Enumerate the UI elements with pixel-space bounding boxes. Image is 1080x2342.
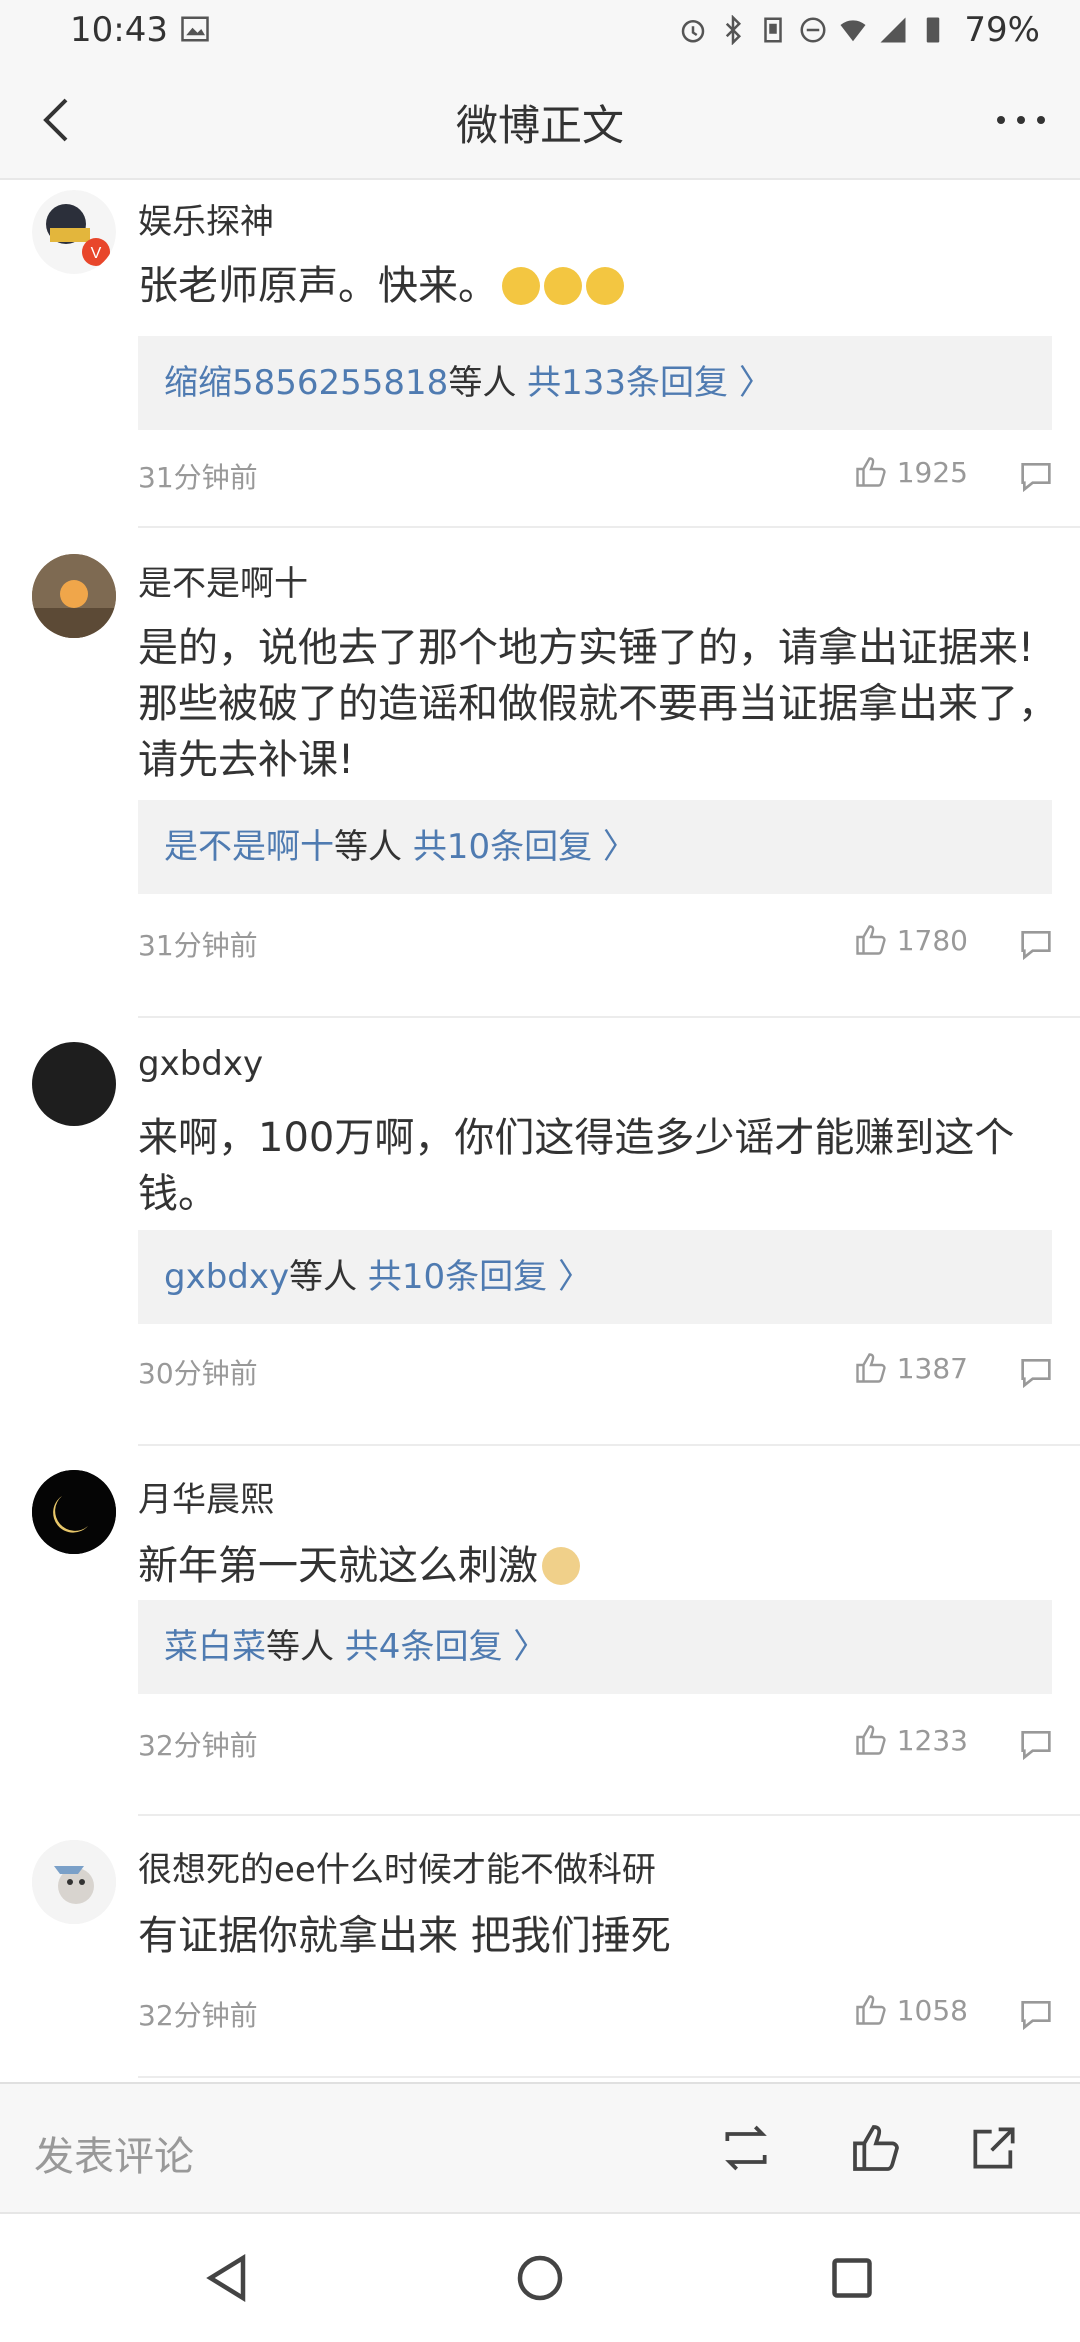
avatar[interactable] xyxy=(32,1470,116,1554)
reply-name[interactable]: gxbdxy xyxy=(164,1257,289,1297)
like-count: 1058 xyxy=(896,1993,968,2027)
comment-username[interactable]: 是不是啊十 xyxy=(138,556,308,605)
signal-icon xyxy=(880,17,906,43)
comment-username[interactable]: gxbdxy xyxy=(138,1044,263,1084)
reply-count[interactable]: 共10条回复 〉 xyxy=(413,827,637,867)
dnd-icon xyxy=(800,17,826,43)
nav-recents-icon[interactable] xyxy=(822,2248,882,2308)
image-icon xyxy=(181,16,209,42)
reply-count[interactable]: 共4条回复 〉 xyxy=(345,1627,547,1667)
reply-summary[interactable]: gxbdxy等人 共10条回复 〉 xyxy=(138,1230,1052,1324)
avatar[interactable] xyxy=(32,554,116,638)
share-icon[interactable] xyxy=(966,2120,1022,2176)
alarm-icon xyxy=(682,20,705,43)
reply-etc: 等人 xyxy=(448,363,528,403)
like-button[interactable]: 1058 xyxy=(853,1992,968,2028)
like-count: 1387 xyxy=(896,1351,968,1385)
thumbs-up-icon xyxy=(856,1725,886,1755)
reply-summary[interactable]: 菜白菜等人 共4条回复 〉 xyxy=(138,1600,1052,1694)
comment-time: 32分钟前 xyxy=(138,1729,258,1762)
page-title: 微博正文 xyxy=(455,101,624,150)
comment-time: 31分钟前 xyxy=(138,461,258,494)
reply-name[interactable]: 是不是啊十 xyxy=(164,827,334,867)
avatar[interactable]: V xyxy=(32,190,116,274)
thumbs-up-icon[interactable] xyxy=(848,2120,904,2176)
comment-list: V 娱乐探神 张老师原声。快来。 缩缩5856255818等人 共133条回复 … xyxy=(0,180,1080,2080)
reply-name[interactable]: 菜白菜 xyxy=(164,1627,266,1667)
avatar[interactable] xyxy=(32,1042,116,1126)
comment-item: V 娱乐探神 张老师原声。快来。 缩缩5856255818等人 共133条回复 … xyxy=(0,180,1080,530)
like-count: 1780 xyxy=(896,923,968,957)
crying-emoji-icon xyxy=(502,267,540,305)
comment-item: gxbdxy 来啊，100万啊，你们这得造多少谣才能赚到这个钱。 gxbdxy等… xyxy=(0,1020,1080,1448)
comment-username[interactable]: 娱乐探神 xyxy=(138,194,274,243)
like-count: 1233 xyxy=(896,1723,968,1757)
status-icons: 79% xyxy=(678,10,1040,50)
comment-text: 张老师原声。快来。 xyxy=(138,258,1058,314)
comment-username[interactable]: 月华晨熙 xyxy=(138,1472,274,1521)
more-options-icon[interactable] xyxy=(986,90,1056,150)
reply-count[interactable]: 共133条回复 〉 xyxy=(527,363,773,403)
comment-item: 很想死的ee什么时候才能不做科研 有证据你就拿出来 把我们捶死 32分钟前 10… xyxy=(0,1818,1080,2080)
comment-username[interactable]: 很想死的ee什么时候才能不做科研 xyxy=(138,1842,656,1891)
bottom-action-bar: 发表评论 xyxy=(0,2082,1080,2214)
comment-bubble-icon[interactable] xyxy=(1016,1994,1056,2034)
comment-text: 新年第一天就这么刺激 xyxy=(138,1538,1058,1594)
comment-bubble-icon[interactable] xyxy=(1016,924,1056,964)
like-button[interactable]: 1387 xyxy=(853,1350,968,1386)
reply-summary[interactable]: 是不是啊十等人 共10条回复 〉 xyxy=(138,800,1052,894)
svg-text:V: V xyxy=(91,245,102,262)
vibrate-icon xyxy=(764,17,783,43)
divider xyxy=(138,1814,1080,1816)
like-count: 1925 xyxy=(896,455,968,489)
comment-bubble-icon[interactable] xyxy=(1016,1724,1056,1764)
system-nav-bar xyxy=(0,2212,1080,2342)
divider xyxy=(138,2076,1080,2078)
status-time: 10:43 xyxy=(70,10,168,50)
comment-text: 来啊，100万啊，你们这得造多少谣才能赚到这个钱。 xyxy=(138,1115,1015,1217)
divider xyxy=(138,1016,1080,1018)
nav-back-icon[interactable] xyxy=(198,2248,258,2308)
reply-etc: 等人 xyxy=(334,827,413,867)
like-button[interactable]: 1925 xyxy=(853,454,968,490)
thumbs-up-icon xyxy=(856,1353,886,1383)
thumbs-up-icon xyxy=(856,457,886,487)
reply-summary[interactable]: 缩缩5856255818等人 共133条回复 〉 xyxy=(138,336,1052,430)
comment-text-body: 新年第一天就这么刺激 xyxy=(138,1543,538,1589)
like-button[interactable]: 1233 xyxy=(853,1722,968,1758)
comment-item: 月华晨熙 新年第一天就这么刺激 菜白菜等人 共4条回复 〉 32分钟前 1233 xyxy=(0,1448,1080,1818)
wifi-icon xyxy=(840,20,866,42)
comment-text-body: 张老师原声。快来。 xyxy=(138,263,498,309)
crying-emoji-icon xyxy=(544,267,582,305)
battery-icon xyxy=(927,17,940,43)
battery-percent: 79% xyxy=(964,10,1040,50)
repost-icon[interactable] xyxy=(718,2120,774,2176)
reply-name[interactable]: 缩缩5856255818 xyxy=(164,363,448,403)
compose-comment-input[interactable]: 发表评论 xyxy=(34,2124,194,2182)
divider xyxy=(138,1444,1080,1446)
comment-bubble-icon[interactable] xyxy=(1016,1352,1056,1392)
crying-emoji-icon xyxy=(586,267,624,305)
reply-etc: 等人 xyxy=(266,1627,345,1667)
comment-text: 有证据你就拿出来 把我们捶死 xyxy=(138,1913,671,1959)
nav-home-icon[interactable] xyxy=(510,2248,570,2308)
thumbs-up-icon xyxy=(856,1995,886,2025)
thumbs-up-icon xyxy=(856,925,886,955)
comment-text: 是的，说他去了那个地方实锤了的，请拿出证据来! 那些被破了的造谣和做假就不要再当… xyxy=(138,625,1058,783)
comment-item: 是不是啊十 是的，说他去了那个地方实锤了的，请拿出证据来! 那些被破了的造谣和做… xyxy=(0,532,1080,1020)
status-bar: 10:43 79% xyxy=(0,0,1080,62)
divider xyxy=(138,526,1080,528)
bluetooth-icon xyxy=(726,15,742,45)
top-bar: 微博正文 xyxy=(0,62,1080,180)
doge-emoji-icon xyxy=(542,1547,580,1585)
comment-bubble-icon[interactable] xyxy=(1016,456,1056,496)
comment-time: 30分钟前 xyxy=(138,1357,258,1390)
comment-time: 31分钟前 xyxy=(138,929,258,962)
reply-count[interactable]: 共10条回复 〉 xyxy=(368,1257,592,1297)
comment-time: 32分钟前 xyxy=(138,1999,258,2032)
avatar[interactable] xyxy=(32,1840,116,1924)
like-button[interactable]: 1780 xyxy=(853,922,968,958)
reply-etc: 等人 xyxy=(289,1257,368,1297)
